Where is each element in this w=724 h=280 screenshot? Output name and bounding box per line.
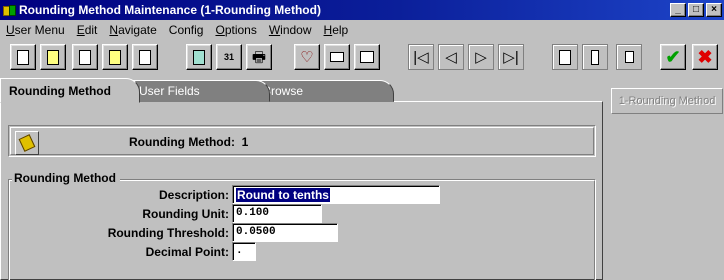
toolbar: 31 🖶 ♡ |◁ ◁ ▷ ▷| ✔ ✖	[0, 40, 724, 74]
menu-config[interactable]: Config	[169, 23, 204, 37]
menu-navigate[interactable]: Navigate	[109, 23, 156, 37]
first-record-button[interactable]: |◁	[408, 44, 434, 70]
paste-button[interactable]	[40, 44, 66, 70]
menu-options[interactable]: Options	[215, 23, 256, 37]
calendar-icon: 31	[223, 51, 234, 62]
check-icon: ✔	[665, 47, 681, 67]
menu-window[interactable]: Window	[269, 23, 312, 37]
record-header: Rounding Method: 1	[8, 125, 596, 157]
group-legend: Rounding Method	[12, 171, 120, 185]
window-list-button[interactable]: 1-Rounding Method	[611, 88, 723, 114]
rounding-unit-field[interactable]: 0.100	[232, 204, 322, 223]
edit-icon	[109, 49, 121, 65]
rounding-unit-label: Rounding Unit:	[142, 207, 229, 221]
attachment-icon	[330, 52, 344, 62]
record-header-title: Rounding Method: 1	[129, 135, 249, 149]
previous-record-icon: ◁	[445, 48, 457, 66]
print-button[interactable]: 🖶	[246, 44, 272, 70]
previous-record-button[interactable]: ◁	[438, 44, 464, 70]
copy-icon	[17, 46, 33, 65]
lookup-icon	[139, 46, 155, 65]
calculator-button[interactable]	[186, 44, 212, 70]
ok-button[interactable]: ✔	[660, 44, 686, 70]
delete-icon	[624, 51, 634, 63]
rounding-threshold-label: Rounding Threshold:	[107, 226, 229, 240]
find-button[interactable]	[72, 44, 98, 70]
close-button[interactable]: ×	[706, 3, 722, 17]
edit-button[interactable]	[102, 44, 128, 70]
menu-bar: User Menu Edit Navigate Config Options W…	[0, 20, 724, 40]
tab-rounding-method[interactable]: Rounding Method	[0, 78, 140, 103]
key-icon[interactable]	[15, 131, 39, 155]
save-button[interactable]	[582, 44, 608, 70]
print-icon: 🖶	[251, 48, 267, 66]
decimal-point-label: Decimal Point:	[145, 245, 229, 259]
title-bar: Rounding Method Maintenance (1-Rounding …	[0, 0, 724, 20]
first-record-icon: |◁	[413, 48, 429, 66]
save-icon	[591, 49, 599, 65]
filter-icon: ♡	[300, 48, 314, 66]
report-icon	[360, 51, 374, 63]
filter-button[interactable]: ♡	[294, 44, 320, 70]
copy-button[interactable]	[10, 44, 36, 70]
description-field[interactable]: Round to tenths	[232, 185, 440, 204]
new-record-icon	[559, 49, 571, 65]
app-icon[interactable]	[2, 3, 16, 17]
window-controls: _ □ ×	[670, 3, 722, 17]
calendar-button[interactable]: 31	[216, 44, 242, 70]
delete-button[interactable]	[616, 44, 642, 70]
restore-button[interactable]: □	[688, 3, 704, 17]
lookup-button[interactable]	[132, 44, 158, 70]
new-record-button[interactable]	[552, 44, 578, 70]
cancel-button[interactable]: ✖	[692, 44, 718, 70]
menu-help[interactable]: Help	[324, 23, 349, 37]
next-record-icon: ▷	[475, 48, 487, 66]
next-record-button[interactable]: ▷	[468, 44, 494, 70]
report-button[interactable]	[354, 44, 380, 70]
tab-strip: Browse User Fields Rounding Method	[0, 78, 600, 103]
calculator-icon	[193, 49, 205, 65]
decimal-point-field[interactable]: .	[232, 242, 256, 261]
menu-edit[interactable]: Edit	[77, 23, 98, 37]
rounding-method-group: Rounding Method Description: Round to te…	[8, 171, 596, 280]
tab-panel: Rounding Method: 1 Rounding Method Descr…	[0, 101, 603, 280]
last-record-icon: ▷|	[503, 48, 519, 66]
find-icon	[79, 49, 91, 65]
attachment-button[interactable]	[324, 44, 350, 70]
paste-icon	[47, 49, 59, 65]
minimize-button[interactable]: _	[670, 3, 686, 17]
menu-user-menu[interactable]: User Menu	[6, 23, 65, 37]
description-label: Description:	[158, 188, 229, 202]
tab-user-fields[interactable]: User Fields	[130, 80, 270, 102]
rounding-threshold-field[interactable]: 0.0500	[232, 223, 338, 242]
last-record-button[interactable]: ▷|	[498, 44, 524, 70]
cancel-icon: ✖	[697, 47, 713, 67]
tab-browse[interactable]: Browse	[254, 80, 394, 102]
window-title: Rounding Method Maintenance (1-Rounding …	[19, 3, 321, 17]
